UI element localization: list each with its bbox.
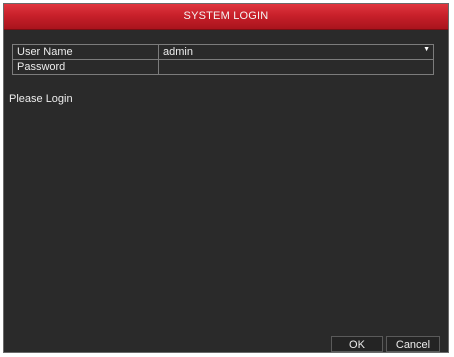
username-row: User Name admin ▼ <box>12 44 434 60</box>
username-value: admin <box>163 46 193 58</box>
dialog-title: SYSTEM LOGIN <box>183 10 269 22</box>
username-select[interactable]: admin ▼ <box>158 44 434 60</box>
ok-button[interactable]: OK <box>331 336 383 352</box>
username-label: User Name <box>12 44 159 60</box>
status-message: Please Login <box>9 93 73 105</box>
password-label: Password <box>12 59 159 75</box>
cancel-button[interactable]: Cancel <box>386 336 440 352</box>
password-field[interactable] <box>158 59 434 75</box>
chevron-down-icon[interactable]: ▼ <box>423 46 430 54</box>
dialog-title-bar: SYSTEM LOGIN <box>4 4 448 30</box>
password-row: Password <box>12 59 434 75</box>
login-form: User Name admin ▼ Password <box>12 44 434 75</box>
login-dialog: SYSTEM LOGIN User Name admin ▼ Password … <box>3 3 449 353</box>
